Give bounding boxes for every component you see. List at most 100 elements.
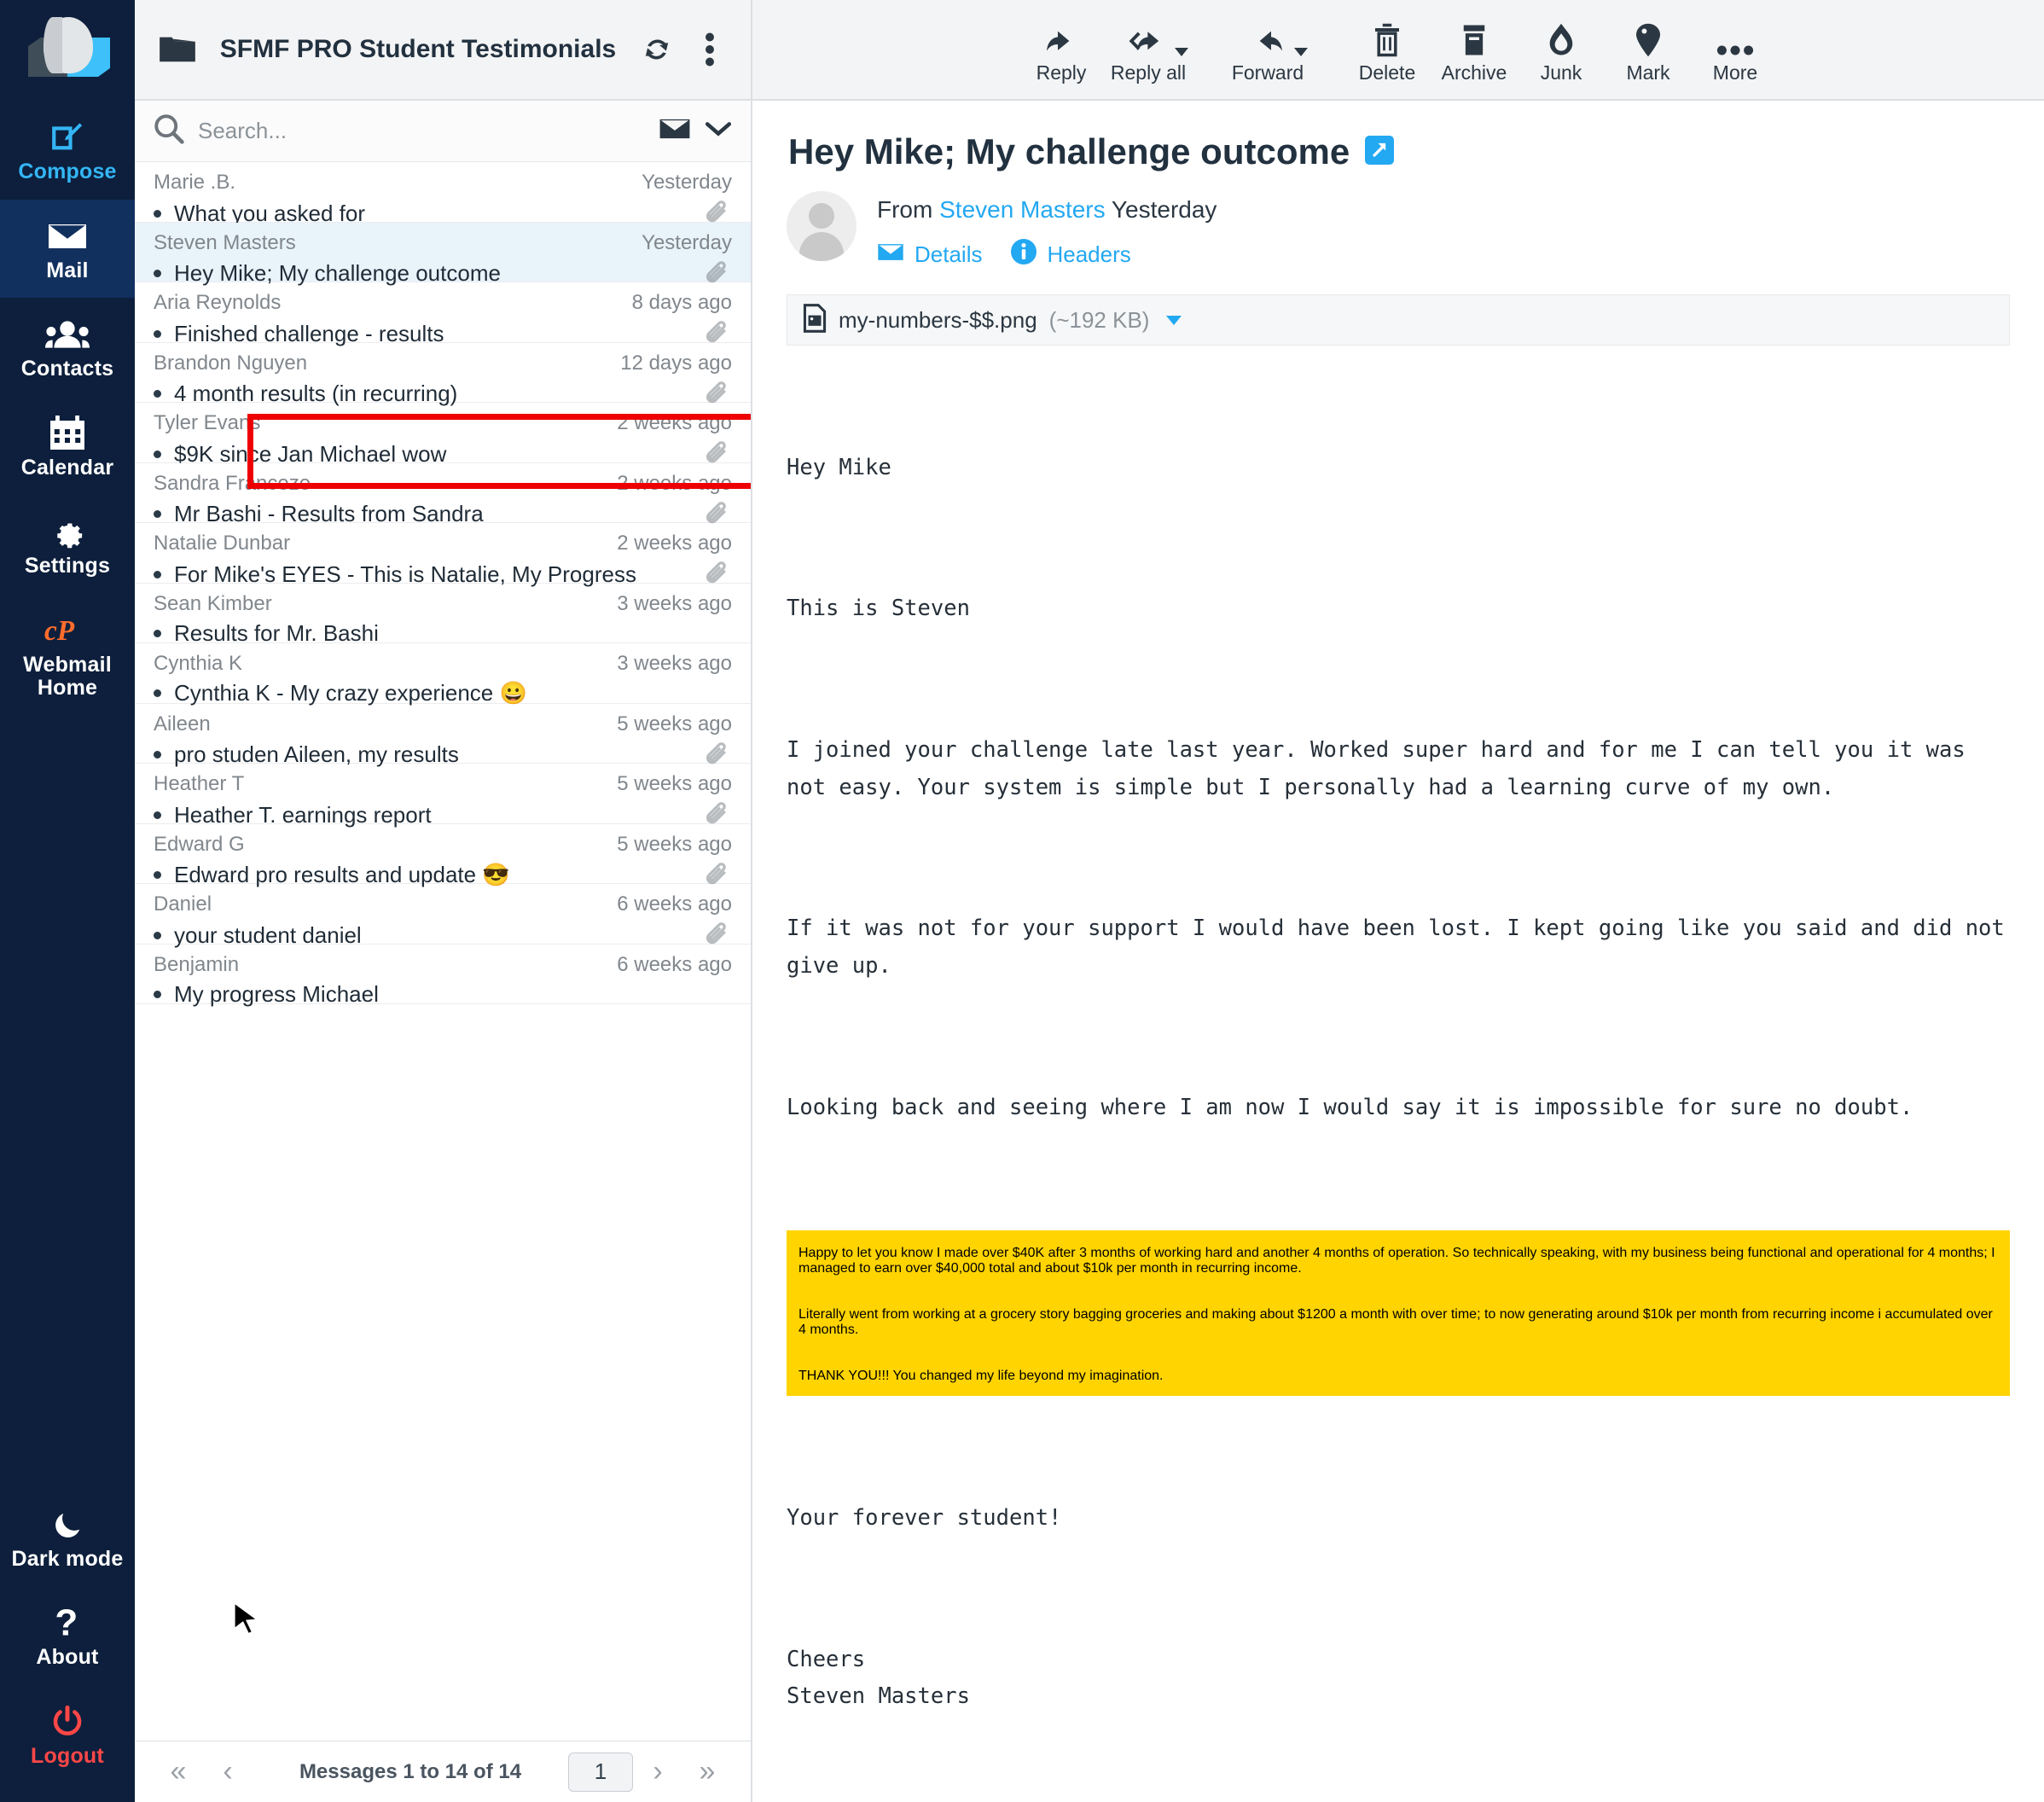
message-list-item[interactable]: Sean Kimber 3 weeks ago Results for Mr. Ba… — [135, 584, 751, 646]
message-date: 5 weeks ago — [617, 772, 732, 795]
attachment-summary-bar[interactable]: my-numbers-$$.png (~192 KB) — [787, 294, 2010, 346]
reply-all-caret-down-icon[interactable] — [1175, 48, 1188, 56]
unread-dot-icon — [154, 510, 161, 518]
search-input[interactable] — [198, 118, 645, 144]
search-scope-envelope-icon[interactable] — [659, 116, 691, 146]
body-para3: Looking back and seeing where I am now I… — [787, 1094, 1913, 1120]
message-date: Yesterday — [1111, 196, 1217, 223]
message-list-item[interactable]: Edward G5 weeks ago Edward pro results an… — [135, 824, 751, 887]
moon-icon — [3, 1505, 131, 1544]
refresh-icon[interactable] — [635, 33, 679, 66]
highlight-para1: Happy to let you know I made over $40K a… — [798, 1246, 1995, 1276]
message-list-item[interactable]: Benjamin 6 weeks ago My progress Michael — [135, 945, 751, 1007]
pager-last-button[interactable]: » — [682, 1755, 732, 1788]
reply-button[interactable]: Reply — [1018, 10, 1105, 84]
message-list[interactable]: Marie .B. Yesterday What you asked for Stev… — [135, 162, 751, 1741]
sidebar-label-contacts: Contacts — [20, 357, 114, 381]
message-subject-row: Hey Mike; My challenge outcome — [752, 101, 2044, 172]
message-text: Hey Mike This is Steven I joined your ch… — [752, 346, 2044, 1230]
attachment-caret-down-icon[interactable] — [1166, 315, 1182, 325]
message-list-item[interactable]: Cynthia K 3 weeks ago Cynthia K - My crazy… — [135, 643, 751, 706]
message-from: Natalie Dunbar — [154, 532, 291, 555]
sidebar-item-mail[interactable]: Mail — [0, 199, 135, 298]
message-list-item[interactable]: Brandon Nguyen 12 days ago 4 month results… — [135, 343, 751, 406]
sidebar-item-logout[interactable]: Logout — [0, 1685, 135, 1784]
pagination-bar: « ‹ Messages 1 to 14 of 14 › » — [135, 1741, 751, 1802]
pager-page-input[interactable] — [568, 1752, 633, 1792]
sidebar-item-compose[interactable]: Compose — [0, 101, 135, 200]
more-label: More — [1712, 61, 1758, 84]
tag-icon — [1605, 10, 1692, 58]
sidebar-item-contacts[interactable]: Contacts — [0, 298, 135, 397]
headers-toggle[interactable]: Headers — [1011, 239, 1131, 270]
message-from: Brandon Nguyen — [154, 351, 308, 375]
message-toolbar: Reply Reply all Forward Delete Archive J… — [752, 0, 2044, 101]
message-date: Yesterday — [642, 230, 732, 254]
search-options-chevron-down-icon[interactable] — [705, 119, 732, 142]
message-date: 3 weeks ago — [617, 652, 732, 675]
folder-open-icon[interactable] — [154, 34, 201, 65]
message-list-item[interactable]: Marie .B. Yesterday What you asked for — [135, 162, 751, 226]
svg-text:cP: cP — [44, 616, 75, 645]
more-vertical-icon[interactable] — [688, 32, 732, 67]
message-from: Sandra Franceze — [154, 471, 311, 495]
message-from: Heather T — [154, 772, 245, 795]
junk-button[interactable]: Junk — [1518, 10, 1605, 84]
message-list-item[interactable]: Natalie Dunbar 2 weeks ago For Mike's EYES… — [135, 523, 751, 587]
sender-name-link[interactable]: Steven Masters — [939, 196, 1106, 223]
message-list-item[interactable]: Tyler Evans 2 weeks ago $9K since Jan Mich… — [135, 403, 751, 467]
forward-label: Forward — [1231, 61, 1304, 84]
message-text-closing: Your forever student! Cheers Steven Mast… — [752, 1425, 2044, 1798]
question-icon: ? — [3, 1603, 131, 1642]
unread-dot-icon — [154, 751, 161, 759]
pager-next-button[interactable]: › — [633, 1755, 682, 1788]
pager-first-button[interactable]: « — [154, 1755, 203, 1788]
unread-dot-icon — [154, 570, 161, 578]
body-line2: This is Steven — [787, 596, 970, 622]
sidebar-item-webmail-home[interactable]: cP Webmail Home — [0, 594, 135, 716]
unread-dot-icon — [154, 450, 161, 458]
from-prefix: From — [877, 196, 933, 223]
reply-all-label: Reply all — [1110, 61, 1187, 84]
message-list-item[interactable]: Heather T5 weeks ago Heather T. earnings … — [135, 764, 751, 828]
details-toggle[interactable]: Details — [877, 241, 982, 269]
webmail-app: Compose Mail Contacts Calendar Settings — [0, 0, 2044, 1802]
message-pane: Reply Reply all Forward Delete Archive J… — [752, 0, 2044, 1802]
unread-dot-icon — [154, 931, 161, 939]
sidebar-item-calendar[interactable]: Calendar — [0, 397, 135, 496]
archive-button[interactable]: Archive — [1431, 10, 1518, 84]
forward-button[interactable]: Forward — [1224, 10, 1311, 84]
sidebar: Compose Mail Contacts Calendar Settings — [0, 0, 135, 1802]
unread-dot-icon — [154, 329, 161, 338]
message-list-item[interactable]: Daniel 6 weeks ago your student daniel — [135, 884, 751, 948]
mark-button[interactable]: Mark — [1605, 10, 1692, 84]
message-list-item[interactable]: Aileen 5 weeks ago pro studen Aileen, my r… — [135, 704, 751, 767]
sidebar-item-dark-mode[interactable]: Dark mode — [0, 1488, 135, 1587]
delete-label: Delete — [1358, 61, 1416, 84]
message-date: 2 weeks ago — [617, 411, 732, 434]
pager-prev-button[interactable]: ‹ — [203, 1755, 253, 1788]
gear-icon — [3, 512, 131, 551]
body-closing1: Your forever student! — [787, 1505, 1062, 1532]
cpanel-icon: cP — [3, 611, 131, 650]
more-button[interactable]: More — [1692, 10, 1779, 84]
open-external-icon[interactable] — [1365, 135, 1395, 169]
sidebar-label-dark-mode: Dark mode — [11, 1546, 124, 1571]
message-date: 8 days ago — [631, 291, 732, 314]
reply-icon — [1018, 10, 1105, 58]
sidebar-label-mail: Mail — [46, 258, 89, 282]
message-date: 2 weeks ago — [617, 471, 732, 495]
message-list-item[interactable]: Sandra Franceze 2 weeks ago Mr Bashi - Res… — [135, 463, 751, 526]
message-list-item[interactable]: Aria Reynolds 8 days ago Finished challeng… — [135, 282, 751, 346]
message-list-item[interactable]: Steven Masters Yesterday Hey Mike; My chal… — [135, 222, 751, 286]
delete-button[interactable]: Delete — [1344, 10, 1431, 84]
sidebar-item-about[interactable]: ? About — [0, 1586, 135, 1685]
message-from: Cynthia K — [154, 652, 243, 675]
ellipsis-icon — [1692, 10, 1779, 58]
reply-all-button[interactable]: Reply all — [1105, 10, 1192, 84]
sidebar-item-settings[interactable]: Settings — [0, 495, 135, 594]
message-from: Edward G — [154, 832, 245, 856]
forward-caret-down-icon[interactable] — [1294, 48, 1308, 56]
highlight-para2: Literally went from working at a grocery… — [798, 1307, 1993, 1338]
headers-label: Headers — [1047, 241, 1131, 267]
